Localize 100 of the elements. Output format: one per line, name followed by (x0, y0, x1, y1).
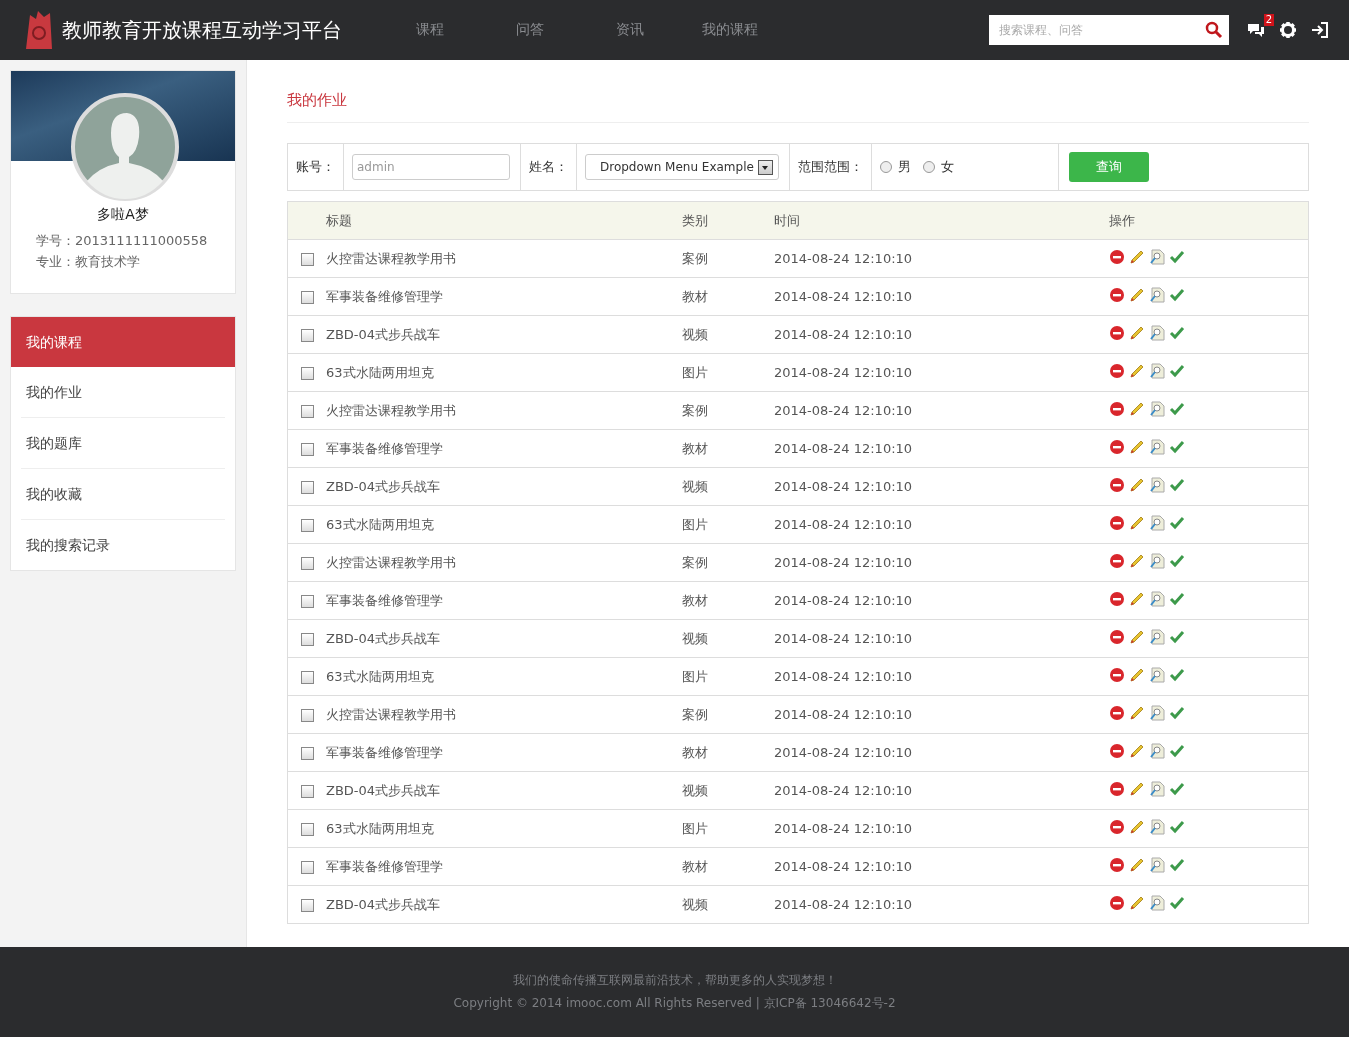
row-checkbox[interactable] (300, 632, 314, 646)
nav-link[interactable]: 课程 (380, 21, 480, 39)
checkmark-icon[interactable] (1169, 286, 1185, 303)
checkmark-icon[interactable] (1169, 818, 1185, 835)
pencil-icon[interactable] (1129, 856, 1145, 873)
search-icon[interactable] (1205, 21, 1223, 39)
delete-icon[interactable] (1109, 400, 1125, 417)
pencil-icon[interactable] (1129, 400, 1145, 417)
checkmark-icon[interactable] (1169, 438, 1185, 455)
pencil-icon[interactable] (1129, 666, 1145, 683)
logout-icon[interactable] (1311, 21, 1329, 39)
delete-icon[interactable] (1109, 742, 1125, 759)
pencil-icon[interactable] (1129, 780, 1145, 797)
checkmark-icon[interactable] (1169, 362, 1185, 379)
row-checkbox[interactable] (300, 746, 314, 760)
checkmark-icon[interactable] (1169, 666, 1185, 683)
document-search-icon[interactable] (1149, 400, 1165, 417)
row-checkbox[interactable] (300, 366, 314, 380)
checkmark-icon[interactable] (1169, 400, 1185, 417)
row-checkbox[interactable] (300, 404, 314, 418)
checkmark-icon[interactable] (1169, 514, 1185, 531)
row-checkbox[interactable] (300, 252, 314, 266)
row-checkbox[interactable] (300, 328, 314, 342)
delete-icon[interactable] (1109, 324, 1125, 341)
delete-icon[interactable] (1109, 590, 1125, 607)
document-search-icon[interactable] (1149, 324, 1165, 341)
row-checkbox[interactable] (300, 898, 314, 912)
nav-link[interactable]: 问答 (480, 21, 580, 39)
pencil-icon[interactable] (1129, 704, 1145, 721)
document-search-icon[interactable] (1149, 514, 1165, 531)
row-checkbox[interactable] (300, 442, 314, 456)
pencil-icon[interactable] (1129, 590, 1145, 607)
delete-icon[interactable] (1109, 362, 1125, 379)
sidebar-item[interactable]: 我的课程 (11, 317, 235, 367)
document-search-icon[interactable] (1149, 628, 1165, 645)
dropdown[interactable]: Dropdown Menu Example (585, 154, 779, 180)
pencil-icon[interactable] (1129, 628, 1145, 645)
document-search-icon[interactable] (1149, 666, 1165, 683)
document-search-icon[interactable] (1149, 362, 1165, 379)
checkmark-icon[interactable] (1169, 476, 1185, 493)
row-checkbox[interactable] (300, 670, 314, 684)
document-search-icon[interactable] (1149, 894, 1165, 911)
checkmark-icon[interactable] (1169, 552, 1185, 569)
pencil-icon[interactable] (1129, 514, 1145, 531)
pencil-icon[interactable] (1129, 362, 1145, 379)
row-checkbox[interactable] (300, 860, 314, 874)
delete-icon[interactable] (1109, 704, 1125, 721)
radio-button[interactable] (923, 161, 935, 173)
pencil-icon[interactable] (1129, 742, 1145, 759)
checkmark-icon[interactable] (1169, 628, 1185, 645)
checkmark-icon[interactable] (1169, 894, 1185, 911)
delete-icon[interactable] (1109, 628, 1125, 645)
pencil-icon[interactable] (1129, 552, 1145, 569)
row-checkbox[interactable] (300, 556, 314, 570)
row-checkbox[interactable] (300, 822, 314, 836)
delete-icon[interactable] (1109, 818, 1125, 835)
document-search-icon[interactable] (1149, 438, 1165, 455)
document-search-icon[interactable] (1149, 476, 1165, 493)
sidebar-item[interactable]: 我的搜索记录 (21, 520, 225, 570)
nav-link[interactable]: 我的课程 (680, 21, 780, 39)
document-search-icon[interactable] (1149, 742, 1165, 759)
document-search-icon[interactable] (1149, 552, 1165, 569)
document-search-icon[interactable] (1149, 590, 1165, 607)
checkmark-icon[interactable] (1169, 590, 1185, 607)
delete-icon[interactable] (1109, 438, 1125, 455)
pencil-icon[interactable] (1129, 248, 1145, 265)
delete-icon[interactable] (1109, 856, 1125, 873)
document-search-icon[interactable] (1149, 780, 1165, 797)
pencil-icon[interactable] (1129, 438, 1145, 455)
query-button[interactable]: 查询 (1069, 152, 1149, 182)
delete-icon[interactable] (1109, 780, 1125, 797)
delete-icon[interactable] (1109, 286, 1125, 303)
document-search-icon[interactable] (1149, 286, 1165, 303)
row-checkbox[interactable] (300, 708, 314, 722)
sidebar-item[interactable]: 我的作业 (21, 367, 225, 418)
document-search-icon[interactable] (1149, 704, 1165, 721)
pencil-icon[interactable] (1129, 476, 1145, 493)
row-checkbox[interactable] (300, 784, 314, 798)
document-search-icon[interactable] (1149, 818, 1165, 835)
sidebar-item[interactable]: 我的题库 (21, 418, 225, 469)
checkmark-icon[interactable] (1169, 248, 1185, 265)
document-search-icon[interactable] (1149, 856, 1165, 873)
search-field[interactable]: 搜索课程、问答 (989, 15, 1229, 45)
checkmark-icon[interactable] (1169, 742, 1185, 759)
delete-icon[interactable] (1109, 894, 1125, 911)
chat-icon[interactable] (1247, 22, 1265, 38)
radio-button[interactable] (880, 161, 892, 173)
delete-icon[interactable] (1109, 476, 1125, 493)
row-checkbox[interactable] (300, 480, 314, 494)
delete-icon[interactable] (1109, 552, 1125, 569)
pencil-icon[interactable] (1129, 324, 1145, 341)
settings-icon[interactable] (1279, 21, 1297, 39)
sidebar-item[interactable]: 我的收藏 (21, 469, 225, 520)
checkmark-icon[interactable] (1169, 856, 1185, 873)
row-checkbox[interactable] (300, 594, 314, 608)
checkmark-icon[interactable] (1169, 704, 1185, 721)
pencil-icon[interactable] (1129, 286, 1145, 303)
nav-link[interactable]: 资讯 (580, 21, 680, 39)
row-checkbox[interactable] (300, 518, 314, 532)
row-checkbox[interactable] (300, 290, 314, 304)
